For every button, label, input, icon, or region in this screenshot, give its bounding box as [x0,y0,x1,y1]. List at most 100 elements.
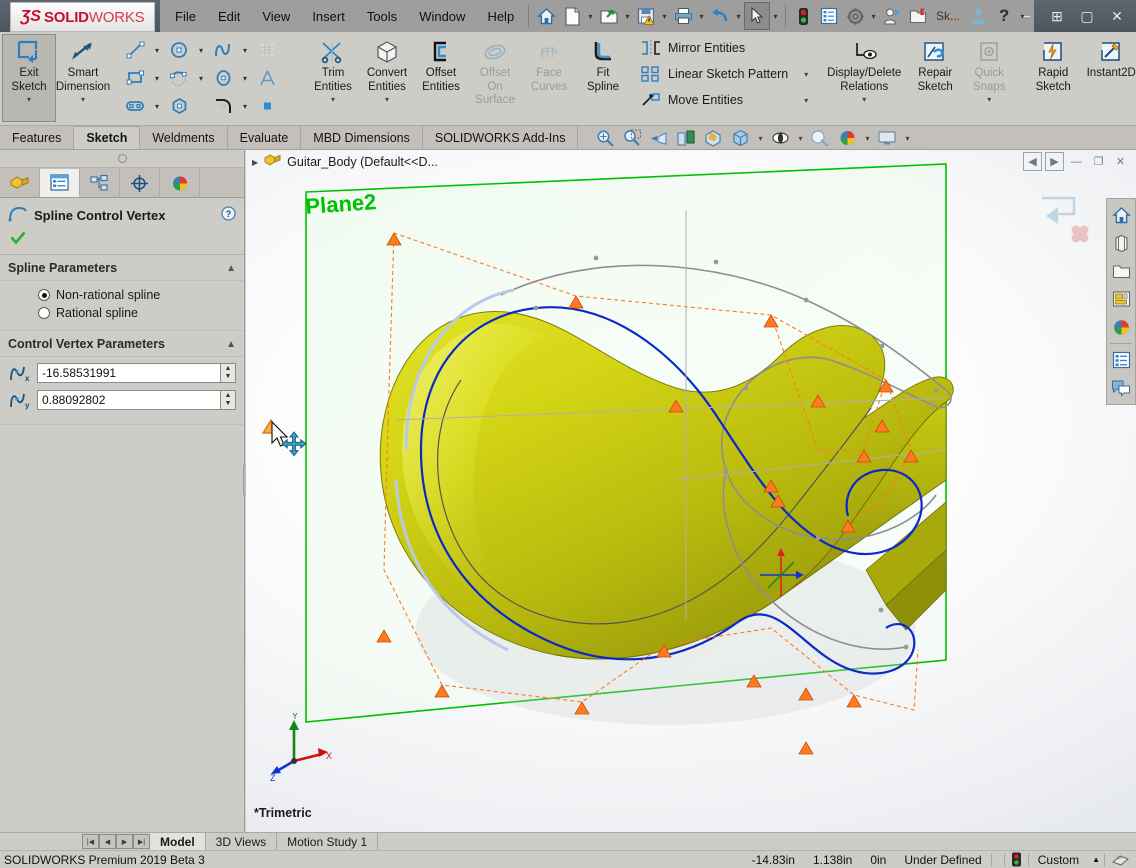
zoom-to-area-icon[interactable] [619,127,645,149]
select-cursor-icon[interactable] [744,2,770,30]
hide-show-caret-icon[interactable]: ▾ [794,127,806,149]
traffic-light-icon[interactable] [790,2,816,30]
text-icon[interactable] [252,65,282,91]
section-view-icon[interactable] [673,127,699,149]
feature-tree-tab[interactable] [0,169,40,197]
minimize-button[interactable]: − [1012,1,1042,31]
new-document-icon[interactable] [559,2,585,30]
tab-mbd-dimensions[interactable]: MBD Dimensions [301,126,423,149]
save-caret-icon[interactable]: ▾ [659,2,670,30]
convert-entities-button[interactable]: Convert Entities ▾ [360,34,414,122]
next-tab-button[interactable]: ▶ [116,834,133,849]
tab-weldments[interactable]: Weldments [140,126,228,149]
line-icon[interactable] [120,37,150,63]
move-entities-caret-icon[interactable]: ▾ [788,96,808,105]
user-play-icon[interactable] [879,2,905,30]
smart-dimension-button[interactable]: Smart Dimension ▾ [56,34,110,122]
tab-evaluate[interactable]: Evaluate [228,126,302,149]
restore-button[interactable]: ⊞ [1042,1,1072,31]
dimxpert-manager-tab[interactable] [120,169,160,197]
configuration-manager-tab[interactable] [80,169,120,197]
print-caret-icon[interactable]: ▾ [696,2,707,30]
apply-scene-caret-icon[interactable]: ▾ [861,127,873,149]
control-vertex-x-input[interactable] [37,363,220,383]
first-tab-button[interactable]: |◀ [82,834,99,849]
panel-pin-icon[interactable] [117,154,127,163]
model-canvas[interactable]: Plane2 [246,150,1136,832]
spline-caret-icon[interactable]: ▾ [238,37,252,63]
point-icon[interactable] [252,93,282,119]
tangent-edges-icon[interactable] [1105,853,1136,867]
circle-caret-icon[interactable]: ▾ [194,37,208,63]
view-model-icon[interactable] [1108,230,1134,256]
non-rational-spline-radio[interactable] [38,289,50,301]
panel-pin-row[interactable] [0,150,244,168]
appearances-panel-icon[interactable] [1108,286,1134,312]
select-caret-icon[interactable]: ▾ [770,2,781,30]
menu-file[interactable]: File [164,5,207,28]
repair-sketch-button[interactable]: Repair Sketch [908,34,962,122]
slot-caret-icon[interactable]: ▾ [150,93,164,119]
gear-icon[interactable] [842,2,868,30]
status-units-caret-icon[interactable]: ▲ [1088,855,1104,864]
slot-icon[interactable] [120,93,150,119]
property-manager-tab[interactable] [40,169,80,197]
custom-properties-icon[interactable] [1108,347,1134,373]
bottom-tab-3d-views[interactable]: 3D Views [206,832,278,851]
scenes-lights-icon[interactable] [1108,314,1134,340]
status-units[interactable]: Custom [1029,853,1088,867]
apply-scene-icon[interactable] [834,127,860,149]
convert-entities-dropdown-icon[interactable]: ▾ [385,95,389,104]
view-settings-caret-icon[interactable]: ▾ [901,127,913,149]
spline-parameters-header[interactable]: Spline Parameters ▲ [0,255,244,281]
control-vertex-parameters-header[interactable]: Control Vertex Parameters ▲ [0,331,244,357]
control-vertex-y-input[interactable] [37,390,220,410]
rectangle-icon[interactable] [120,65,150,91]
spline-icon[interactable] [208,37,238,63]
menu-view[interactable]: View [251,5,301,28]
linear-sketch-pattern-button[interactable]: Linear Sketch Pattern ▾ [636,61,810,87]
hide-show-items-icon[interactable] [767,127,793,149]
view-home-icon[interactable] [1108,202,1134,228]
print-icon[interactable] [670,2,696,30]
bottom-tab-model[interactable]: Model [150,832,206,851]
fillet-caret-icon[interactable]: ▾ [238,93,252,119]
chevron-up-icon[interactable]: ▲ [226,263,236,274]
fillet-icon[interactable] [208,93,238,119]
open-folder-icon[interactable] [596,2,622,30]
undo-caret-icon[interactable]: ▾ [733,2,744,30]
fit-spline-button[interactable]: Fit Spline [576,34,630,122]
arc-caret-icon[interactable]: ▾ [194,65,208,91]
line-caret-icon[interactable]: ▾ [150,37,164,63]
folder-flag-icon[interactable] [905,2,931,30]
rational-spline-option[interactable]: Rational spline [8,304,236,322]
open-folder-icon[interactable] [1108,258,1134,284]
rational-spline-radio[interactable] [38,307,50,319]
instant2d-button[interactable]: Instant2D [1080,34,1136,122]
help-question-icon[interactable]: ? [221,206,236,224]
display-style-icon[interactable] [727,127,753,149]
move-entities-button[interactable]: Move Entities ▾ [636,87,810,113]
display-style-caret-icon[interactable]: ▾ [754,127,766,149]
previous-view-icon[interactable] [646,127,672,149]
offset-entities-button[interactable]: Offset Entities [414,34,468,122]
non-rational-spline-option[interactable]: Non-rational spline [8,286,236,304]
new-document-caret-icon[interactable]: ▾ [585,2,596,30]
smart-dimension-dropdown-icon[interactable]: ▾ [81,95,85,104]
options-list-icon[interactable] [816,2,842,30]
arc-icon[interactable] [164,65,194,91]
green-check-icon[interactable] [10,231,26,248]
save-icon[interactable] [633,2,659,30]
control-vertex-x-stepper[interactable]: ▲ ▼ [220,363,236,383]
rapid-sketch-button[interactable]: Rapid Sketch [1026,34,1080,122]
control-vertex-y-stepper[interactable]: ▲ ▼ [220,390,236,410]
last-tab-button[interactable]: ▶| [133,834,150,849]
tab-features[interactable]: Features [0,126,75,149]
graphics-viewport[interactable]: ▶ Guitar_Body (Default<<D... ◀ ▶ — ❐ ✕ P… [246,150,1136,832]
polygon-icon[interactable] [164,93,194,119]
display-delete-relations-dropdown-icon[interactable]: ▾ [862,95,866,104]
prev-tab-button[interactable]: ◀ [99,834,116,849]
ellipse-icon[interactable] [208,65,238,91]
linear-sketch-pattern-caret-icon[interactable]: ▾ [788,70,808,79]
open-caret-icon[interactable]: ▾ [622,2,633,30]
